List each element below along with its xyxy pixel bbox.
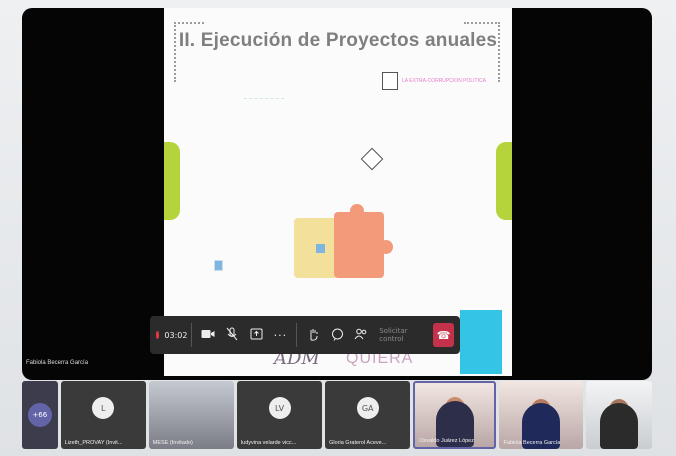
participant-video-tile-active[interactable]: Osvaldo Juárez López xyxy=(413,381,497,449)
square-icon xyxy=(316,244,325,253)
participant-tile[interactable]: L Lizeth_PROVAY (Invit... xyxy=(60,381,146,449)
participant-name: ludyvina velarde vicc... xyxy=(240,440,297,446)
participant-video-tile[interactable]: Fabiola Becerra García xyxy=(499,381,583,449)
slide-logo-icon xyxy=(382,72,398,90)
participants-button[interactable] xyxy=(349,321,373,349)
square-icon-left xyxy=(214,260,223,271)
record-icon xyxy=(156,331,160,339)
hand-icon xyxy=(308,328,319,343)
overflow-count: +66 xyxy=(27,403,52,427)
participant-tile[interactable]: LV ludyvina velarde vicc... xyxy=(236,381,323,449)
puzzle-knob-right xyxy=(379,240,393,254)
toolbar-divider xyxy=(296,323,298,347)
raise-hand-button[interactable] xyxy=(301,321,325,349)
meeting-window: II. Ejecución de Proyectos anuales LA EX… xyxy=(0,0,676,456)
slide-green-tab-left xyxy=(164,142,180,220)
slide-logo-text: LA EXTRA-CORRUPCION POLITICA xyxy=(402,78,486,84)
chat-icon xyxy=(331,328,344,343)
slide-cyan-box xyxy=(460,310,502,374)
chat-button[interactable] xyxy=(325,321,349,349)
participant-name: Lizeth_PROVAY (Invit... xyxy=(64,440,123,446)
participant-video-tile[interactable] xyxy=(585,381,652,449)
participant-name: Osvaldo Juárez López xyxy=(419,438,474,444)
ellipsis-icon: ··· xyxy=(273,328,288,342)
slide-title: II. Ejecución de Proyectos anuales xyxy=(178,30,498,51)
participant-tile[interactable]: GA Gloria Graterol Aceve... xyxy=(325,381,411,449)
puzzle-piece-orange xyxy=(334,212,384,278)
slide-green-tab-right xyxy=(496,142,512,220)
avatar: GA xyxy=(356,397,379,419)
more-options-button[interactable]: ··· xyxy=(268,321,292,349)
meeting-timer: 03:02 xyxy=(164,330,188,340)
request-control-button[interactable]: Solicitar control xyxy=(373,327,433,343)
avatar: LV xyxy=(268,397,291,419)
recording-indicator: 03:02 xyxy=(156,321,187,349)
avatar: L xyxy=(92,397,115,419)
decor-lines xyxy=(244,98,284,118)
participant-body xyxy=(599,403,638,449)
diamond-icon xyxy=(360,147,384,171)
participant-video-tile[interactable]: MESE (Invitado) xyxy=(148,381,234,449)
share-button[interactable] xyxy=(244,321,268,349)
toolbar-divider xyxy=(191,323,193,347)
camera-icon xyxy=(201,329,215,341)
slide-dots-top-left xyxy=(174,22,204,24)
participant-name: MESE (Invitado) xyxy=(152,440,193,446)
people-icon xyxy=(354,328,368,342)
participant-name: Gloria Graterol Aceve... xyxy=(329,440,387,446)
participant-name: Fabiola Becerra García xyxy=(503,440,561,446)
sharing-toolbar: 03:02 ··· Solicitar control ☎ xyxy=(150,316,460,354)
share-tray-icon xyxy=(250,328,263,342)
mic-off-icon xyxy=(226,327,238,343)
slide-dots-top-right xyxy=(464,22,500,24)
leave-call-button[interactable]: ☎ xyxy=(433,323,455,347)
hangup-icon: ☎ xyxy=(436,328,451,342)
camera-button[interactable] xyxy=(196,321,220,349)
mic-button[interactable] xyxy=(220,321,244,349)
participant-gallery: +66 L Lizeth_PROVAY (Invit... MESE (Invi… xyxy=(22,381,652,449)
presenter-name: Fabiola Becerra García xyxy=(26,360,89,366)
more-participants-button[interactable]: +66 xyxy=(22,381,58,449)
